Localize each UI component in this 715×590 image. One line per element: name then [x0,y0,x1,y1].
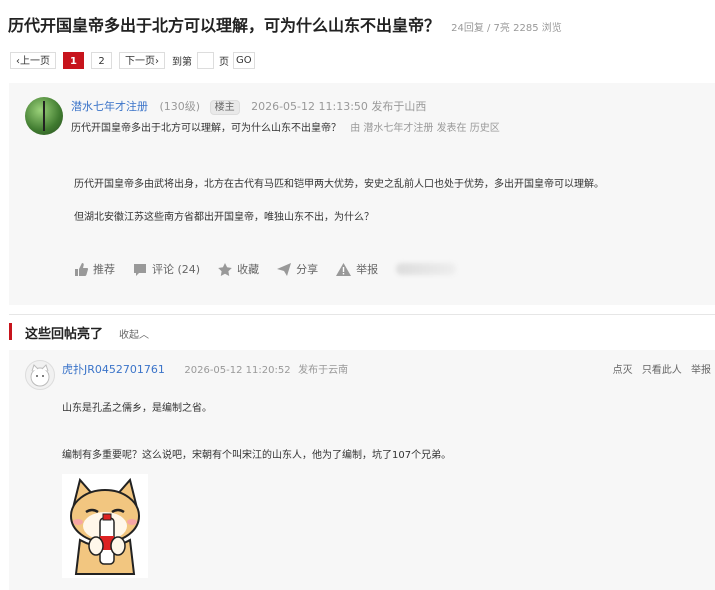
dislike-button[interactable]: 点灭 [613,365,633,376]
report-reply-button[interactable]: 举报 [691,365,711,376]
report-button[interactable]: 举报 [336,261,378,277]
reply-time: 2026-05-12 11:20:52 [184,365,291,376]
op-badge: 楼主 [209,100,240,115]
thread-title: 历代开国皇帝多出于北方可以理解，可为什么山东不出皇帝？ [8,16,441,35]
posted-in-label: 发表在 [436,123,467,134]
collapse-toggle[interactable]: 收起︿ [119,326,149,341]
reply-ops: 点灭 只看此人 举报 [607,361,711,376]
author-avatar[interactable] [25,97,63,135]
board-link[interactable]: 历史区 [470,123,500,134]
thread-stats: 24回复 / 7亮 2285 浏览 [451,23,562,34]
cat-avatar-icon [30,364,50,387]
go-button[interactable]: GO [233,51,255,69]
quote-title: 历代开国皇帝多出于北方可以理解，可为什么山东不出皇帝？ [71,123,341,134]
post-actions: 推荐 评论 (24) 收藏 分享 举报 [74,261,457,277]
comment-button[interactable]: 评论 (24) [133,261,200,277]
share-button[interactable]: 分享 [277,261,318,277]
section-accent-bar [9,323,12,340]
main-post: 潜水七年才注册 (130级) 楼主 2026-05-12 11:13:50 发布… [9,83,715,305]
by-author-link[interactable]: 潜水七年才注册 [363,123,433,134]
next-page-button[interactable]: 下一页› [119,51,165,69]
post-time: 2026-05-12 11:13:50 [251,100,368,113]
warning-icon [336,262,352,276]
thread-header: 历代开国皇帝多出于北方可以理解，可为什么山东不出皇帝？ 24回复 / 7亮 22… [8,12,708,36]
post-subline: 历代开国皇帝多出于北方可以理解，可为什么山东不出皇帝？ 由 潜水七年才注册 发表… [71,119,500,134]
star-icon [218,262,232,276]
reply-author[interactable]: 虎扑JR0452701761 [62,363,165,376]
section-divider [9,314,715,315]
goto-suffix: 页 [219,56,229,68]
post-location: 发布于山西 [371,100,427,113]
reply-location: 发布于云南 [298,365,349,376]
post-paragraph: 历代开国皇帝多由武将出身，北方在古代有马匹和铠甲两大优势，安史之乱前人口也处于优… [74,179,604,190]
page-2-button[interactable]: 2 [91,51,112,69]
pagination: ‹上一页 1 2 下一页› 到第 页 GO [10,51,255,69]
post-paragraph: 但湖北安徽江苏这些南方省都出开国皇帝，唯独山东不出，为什么？ [74,212,374,223]
author-name[interactable]: 潜水七年才注册 [71,100,148,113]
favorite-button[interactable]: 收藏 [218,261,259,277]
prev-page-button[interactable]: ‹上一页 [10,51,56,69]
reply-line: 编制有多重要呢？这么说吧，宋朝有个叫宋江的山东人，他为了编制，坑了107个兄弟。 [62,450,452,461]
goto-page-input[interactable] [197,51,214,69]
highlights-header: 这些回帖亮了 收起︿ [9,319,715,347]
meme-sticker-image[interactable] [62,474,148,578]
reply-post: 虎扑JR0452701761 2026-05-12 11:20:52 发布于云南… [9,350,715,590]
share-icon [277,262,292,276]
by-label: 由 [350,123,361,134]
reply-line: 山东是孔孟之儒乡，是编制之省。 [62,403,212,414]
thumbs-up-icon [75,262,88,276]
page-1-button[interactable]: 1 [63,51,84,69]
goto-prefix: 到第 [172,56,192,68]
author-level: (130级) [159,100,201,113]
blurred-element [396,263,457,275]
highlights-title: 这些回帖亮了 [25,327,104,342]
chevron-up-icon: ︿ [139,330,149,341]
shiba-sticker-icon [70,477,140,575]
reply-meta: 虎扑JR0452701761 2026-05-12 11:20:52 发布于云南 [62,361,348,377]
only-this-user-button[interactable]: 只看此人 [642,365,682,376]
recommend-button[interactable]: 推荐 [74,261,115,277]
post-meta: 潜水七年才注册 (130级) 楼主 2026-05-12 11:13:50 发布… [71,98,426,115]
reply-avatar[interactable] [25,360,55,390]
comment-icon [134,263,146,276]
